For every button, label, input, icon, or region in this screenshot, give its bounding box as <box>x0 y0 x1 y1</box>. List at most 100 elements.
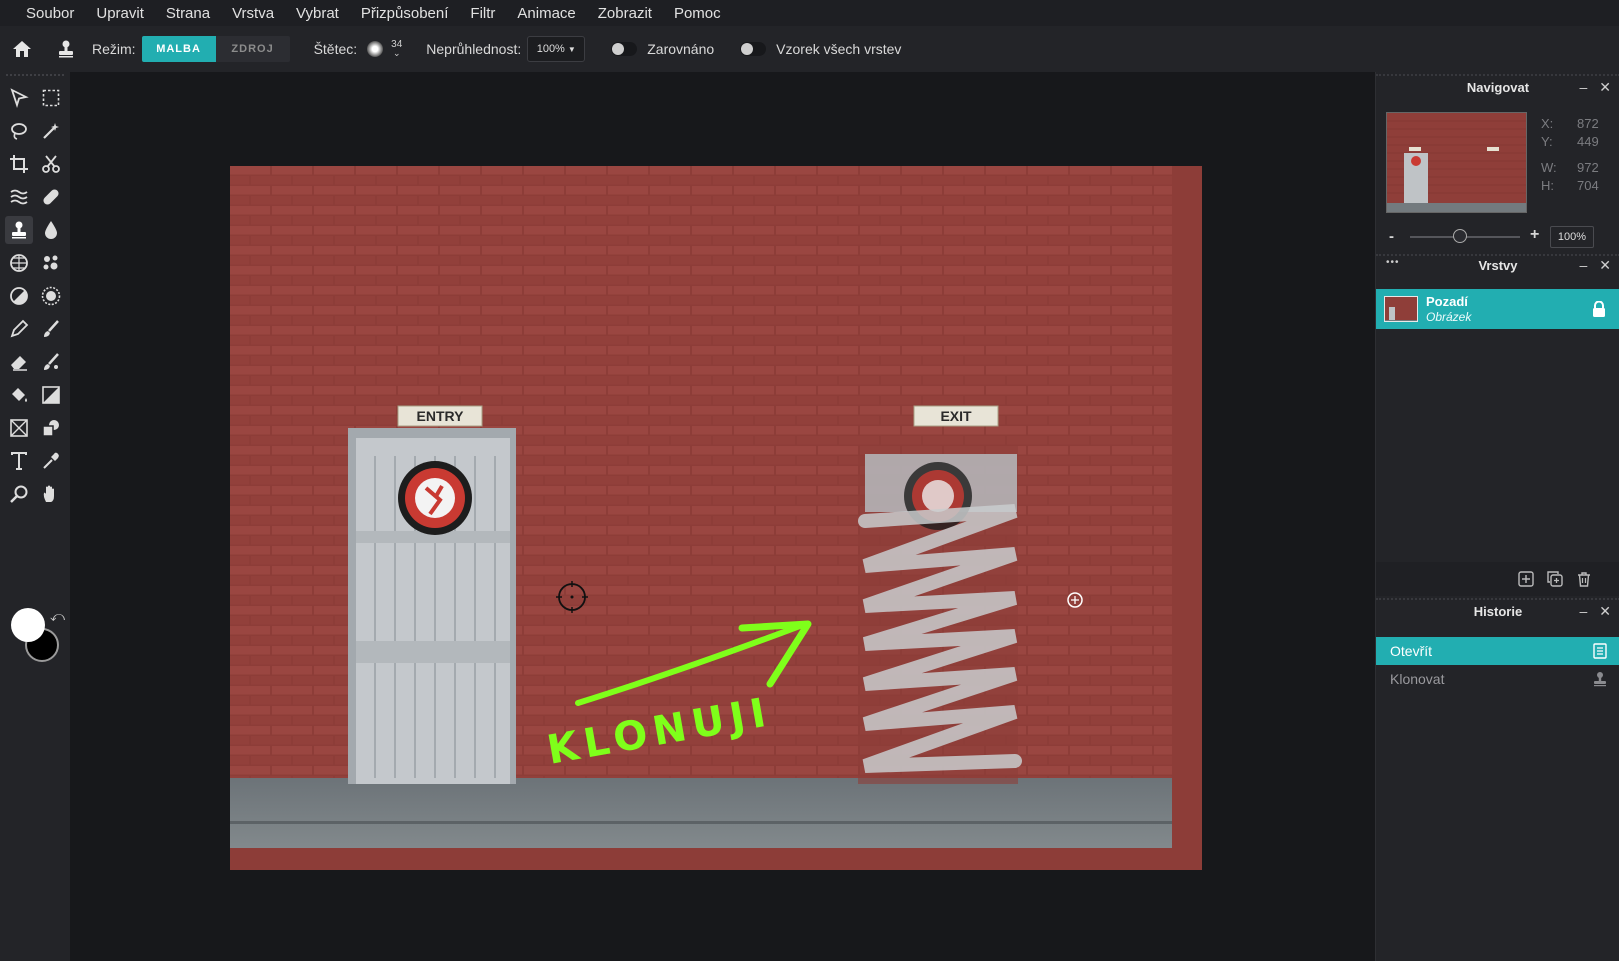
y-value: 449 <box>1577 134 1599 149</box>
sponge-tool-icon[interactable] <box>5 249 33 277</box>
mode-paint-button[interactable]: MALBA <box>141 36 216 62</box>
image-canvas[interactable]: ENTRY EXIT KLONUJI <box>230 166 1202 870</box>
close-icon[interactable]: ✕ <box>1599 79 1611 96</box>
tools-panel: ⤺ <box>0 72 70 961</box>
zoom-slider-thumb[interactable] <box>1452 229 1467 243</box>
bandage-heal-icon[interactable] <box>37 183 65 211</box>
menu-edit[interactable]: Upravit <box>96 5 144 22</box>
chevron-down-icon: ⌄ <box>392 48 401 58</box>
zoom-row: - + 100% <box>1376 222 1619 252</box>
menu-animation[interactable]: Animace <box>517 5 575 22</box>
layer-thumbnail <box>1384 296 1418 322</box>
layers-footer <box>1376 562 1619 596</box>
layer-item-background[interactable]: Pozadí Obrázek <box>1376 289 1619 329</box>
stamp-icon <box>44 26 88 72</box>
options-bar: Režim: MALBA ZDROJ Štětec: 34 ⌄ Neprůhle… <box>0 26 1619 72</box>
navigator-thumbnail[interactable] <box>1386 112 1527 213</box>
sample-all-layers-toggle[interactable] <box>740 42 767 56</box>
liquify-tool-icon[interactable] <box>5 183 33 211</box>
minimize-icon[interactable]: – <box>1579 257 1587 274</box>
x-value: 872 <box>1577 116 1599 131</box>
gradient-tool-icon[interactable] <box>37 381 65 409</box>
canvas-workspace[interactable]: ENTRY EXIT KLONUJI <box>70 72 1375 961</box>
brush-preview[interactable] <box>367 41 384 57</box>
magic-wand-icon[interactable] <box>37 117 65 145</box>
thumbnail-preview <box>1387 113 1526 212</box>
dodge-tool-icon[interactable] <box>5 282 33 310</box>
color-replace-icon[interactable] <box>37 348 65 376</box>
brush-size-control[interactable]: 34 ⌄ <box>391 40 402 58</box>
sharpen-burst-icon[interactable] <box>37 282 65 310</box>
smudge-dots-icon[interactable] <box>37 249 65 277</box>
entry-sign-text: ENTRY <box>417 408 465 424</box>
marquee-tool-icon[interactable] <box>37 84 65 112</box>
menu-filter[interactable]: Filtr <box>470 5 495 22</box>
zoom-in-button[interactable]: + <box>1530 226 1539 244</box>
menu-page[interactable]: Strana <box>166 5 210 22</box>
w-label: W: <box>1541 160 1557 175</box>
close-icon[interactable]: ✕ <box>1599 603 1611 620</box>
brush-tool-icon[interactable] <box>37 315 65 343</box>
caret-down-icon: ▼ <box>567 44 576 54</box>
layers-controls: – ✕ <box>1579 257 1611 274</box>
delete-layer-icon[interactable] <box>1576 571 1592 592</box>
exit-sign-text: EXIT <box>940 408 972 424</box>
mode-source-button[interactable]: ZDROJ <box>215 36 290 62</box>
history-label: Klonovat <box>1390 671 1445 687</box>
history-item-open[interactable]: Otevřít <box>1376 637 1619 665</box>
document-icon <box>1592 643 1608 659</box>
menu-adjust[interactable]: Přizpůsobení <box>361 5 449 22</box>
shapes-icon[interactable] <box>37 414 65 442</box>
zoom-value-field[interactable]: 100% <box>1550 226 1594 248</box>
eyedropper-icon[interactable] <box>37 447 65 475</box>
menu-help[interactable]: Pomoc <box>674 5 721 22</box>
opacity-select[interactable]: 100% ▼ <box>527 36 586 62</box>
foreground-color-swatch[interactable] <box>11 608 45 642</box>
mode-label: Režim: <box>92 41 136 57</box>
history-label: Otevřít <box>1390 643 1433 659</box>
move-tool-icon[interactable] <box>5 84 33 112</box>
clone-stamp-tool-icon[interactable] <box>5 216 33 244</box>
history-controls: – ✕ <box>1579 603 1611 620</box>
paint-bucket-icon[interactable] <box>5 381 33 409</box>
menu-select[interactable]: Vybrat <box>296 5 339 22</box>
zoom-value: 100% <box>1557 231 1587 243</box>
swap-colors-icon[interactable]: ⤺ <box>50 608 65 625</box>
panel-grip[interactable] <box>6 74 64 78</box>
blur-drop-icon[interactable] <box>37 216 65 244</box>
layer-type: Obrázek <box>1426 310 1472 324</box>
menu-bar: Soubor Upravit Strana Vrstva Vybrat Přiz… <box>0 0 1619 26</box>
text-tool-icon[interactable] <box>5 447 33 475</box>
menu-layer[interactable]: Vrstva <box>232 5 274 22</box>
menu-file[interactable]: Soubor <box>26 5 74 22</box>
close-icon[interactable]: ✕ <box>1599 257 1611 274</box>
brush-label: Štětec: <box>313 41 358 57</box>
duplicate-layer-icon[interactable] <box>1547 571 1563 592</box>
hand-tool-icon[interactable] <box>37 480 65 508</box>
scissors-icon[interactable] <box>37 150 65 178</box>
brick-wall-photo: ENTRY EXIT KLONUJI <box>230 166 1172 848</box>
add-layer-icon[interactable] <box>1518 571 1534 592</box>
navigator-controls: – ✕ <box>1579 79 1611 96</box>
lasso-tool-icon[interactable] <box>5 117 33 145</box>
history-item-clone[interactable]: Klonovat <box>1376 665 1619 693</box>
shape-frame-icon[interactable] <box>5 414 33 442</box>
home-icon[interactable] <box>0 26 44 72</box>
eraser-tool-icon[interactable] <box>5 348 33 376</box>
menu-view[interactable]: Zobrazit <box>598 5 652 22</box>
x-label: X: <box>1541 116 1554 131</box>
zoom-tool-icon[interactable] <box>5 480 33 508</box>
aligned-toggle[interactable] <box>611 42 638 56</box>
aligned-label: Zarovnáno <box>647 41 715 57</box>
stamp-icon <box>1592 671 1608 687</box>
pen-tool-icon[interactable] <box>5 315 33 343</box>
crop-tool-icon[interactable] <box>5 150 33 178</box>
minimize-icon[interactable]: – <box>1579 603 1587 620</box>
lock-icon[interactable] <box>1592 300 1606 322</box>
right-panels: Navigovat – ✕ X: 872 Y: 449 W: 972 H: 70… <box>1375 72 1619 961</box>
zoom-out-button[interactable]: - <box>1389 228 1394 245</box>
opacity-label: Neprůhlednost: <box>426 41 522 57</box>
h-value: 704 <box>1577 178 1599 193</box>
minimize-icon[interactable]: – <box>1579 79 1587 96</box>
w-value: 972 <box>1577 160 1599 175</box>
